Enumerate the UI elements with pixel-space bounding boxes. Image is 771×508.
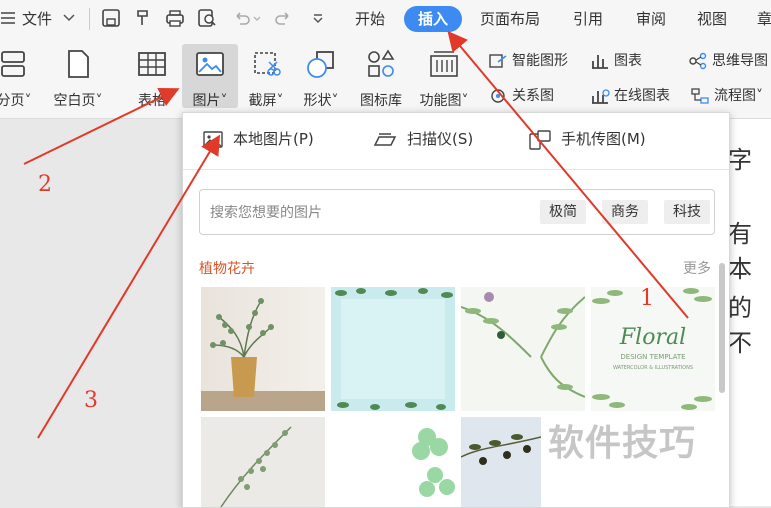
hamburger-menu-icon[interactable] (0, 8, 18, 28)
function-chart-icon (430, 51, 458, 77)
tab-references[interactable]: 引用 (573, 9, 603, 29)
leafy-frame-image (335, 288, 453, 410)
tag-business[interactable]: 商务 (602, 200, 648, 224)
scrollbar[interactable] (719, 263, 725, 393)
divider (183, 169, 729, 170)
icon-library-icon (368, 49, 395, 77)
shape-button[interactable]: 形状˅ (296, 48, 346, 110)
chevron-down-icon[interactable] (62, 8, 76, 28)
picture-thumbnail[interactable] (331, 287, 455, 411)
mind-map-button[interactable]: 思维导图 (688, 50, 768, 72)
plant-in-pot-image (201, 298, 325, 411)
format-painter-icon[interactable] (134, 8, 154, 28)
flowchart-button[interactable]: 流程图˅ (690, 85, 763, 107)
annotation-label-3: 3 (84, 388, 98, 413)
search-input[interactable]: 搜索您想要的图片 (210, 202, 322, 222)
local-picture-icon (203, 130, 223, 148)
function-chart-button[interactable]: 功能图˅ (414, 48, 474, 110)
thumbnail-subtitle: DESIGN TEMPLATE (620, 353, 686, 361)
more-link[interactable]: 更多 (683, 258, 711, 278)
tab-page-layout[interactable]: 页面布局 (480, 9, 540, 29)
annotation-label-1: 1 (640, 286, 654, 311)
print-preview-icon[interactable] (197, 8, 217, 28)
chart-button[interactable]: 图表 (590, 50, 642, 72)
document-text-line: 有本 (728, 220, 752, 283)
category-title: 植物花卉 (199, 261, 255, 277)
smart-shape-icon (489, 54, 507, 68)
document-text-line: 的不 (728, 294, 752, 357)
online-chart-icon (592, 89, 610, 104)
tab-view[interactable]: 视图 (697, 9, 727, 29)
scanner-option[interactable]: 扫描仪(S) (373, 129, 473, 149)
local-picture-option[interactable]: 本地图片(P) (203, 129, 314, 149)
file-menu[interactable]: 文件 (22, 9, 52, 29)
screenshot-icon (254, 52, 281, 76)
tab-home[interactable]: 开始 (355, 9, 385, 29)
page-break-icon (1, 51, 25, 77)
shape-icon (307, 51, 334, 78)
online-chart-button[interactable]: 在线图表 (590, 85, 670, 107)
mind-map-icon (689, 52, 707, 70)
annotation-label-2: 2 (38, 172, 52, 197)
phone-transfer-icon (529, 129, 551, 150)
picture-icon (196, 52, 224, 76)
picture-thumbnail[interactable] (461, 287, 585, 411)
picture-button[interactable]: 图片˅ (184, 48, 236, 110)
watermark: 软件技巧 (548, 423, 697, 464)
tag-minimal[interactable]: 极简 (540, 200, 586, 224)
clover-leaves-image (412, 428, 455, 497)
scanner-icon (373, 132, 397, 146)
picture-thumbnail[interactable] (201, 417, 325, 507)
tab-chapter[interactable]: 章 (757, 9, 771, 29)
thumbnail-title: Floral (619, 325, 687, 350)
menu-bar: 文件 开始 插入 页面布局 引用 审阅 视图 章 (0, 0, 771, 40)
tab-insert[interactable]: 插入 (404, 6, 462, 32)
relation-chart-icon (491, 89, 505, 103)
save-icon[interactable] (101, 8, 121, 28)
picture-thumbnail[interactable] (201, 287, 325, 411)
watercolor-leaves-image (461, 292, 585, 398)
smart-shape-button[interactable]: 智能图形 (488, 50, 568, 72)
table-icon (138, 52, 166, 76)
divider (89, 8, 90, 30)
picture-search-box[interactable]: 搜索您想要的图片 极简 商务 科技 (199, 189, 715, 235)
undo-dropdown-icon[interactable] (252, 8, 262, 28)
picture-thumbnail[interactable] (461, 417, 541, 507)
olive-branch-image (461, 434, 541, 465)
relation-chart-button[interactable]: 关系图 (488, 85, 554, 107)
screenshot-button[interactable]: 截屏˅ (240, 48, 292, 110)
blank-page-icon (68, 50, 89, 78)
print-icon[interactable] (165, 8, 185, 28)
tab-review[interactable]: 审阅 (636, 9, 666, 29)
page-break-button[interactable]: 分页˅ (0, 48, 34, 110)
undo-icon[interactable] (232, 8, 252, 28)
tag-technology[interactable]: 科技 (664, 200, 710, 224)
picture-thumbnail[interactable] (331, 417, 455, 507)
flowchart-icon (691, 88, 709, 104)
branch-image (220, 426, 292, 507)
redo-icon[interactable] (273, 8, 293, 28)
more-dropdown-icon[interactable] (308, 8, 328, 28)
chart-icon (592, 55, 608, 69)
phone-transfer-option[interactable]: 手机传图(M) (529, 129, 646, 150)
table-button[interactable]: 表格 (128, 48, 176, 110)
icon-library-button[interactable]: 图标库 (354, 48, 408, 110)
blank-page-button[interactable]: 空白页˅ (46, 48, 110, 110)
thumbnail-caption: WATERCOLOR & ILLUSTRATIONS (612, 365, 694, 371)
